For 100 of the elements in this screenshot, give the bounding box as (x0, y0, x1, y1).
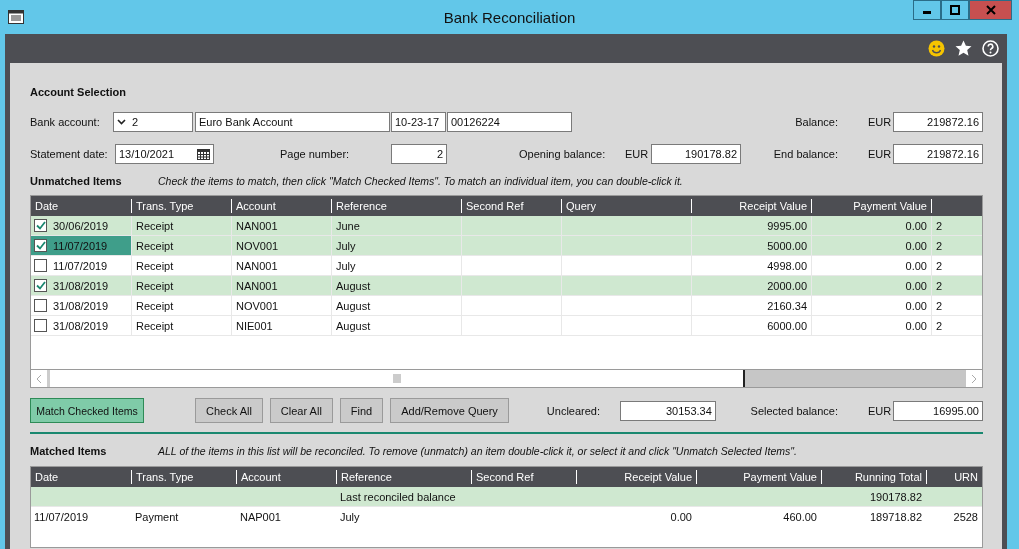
table-cell: NOV001 (236, 299, 279, 312)
section-heading: Matched Items (30, 445, 108, 457)
table-cell: 11/07/2019 (34, 511, 89, 523)
field-label: Balance: (795, 116, 838, 128)
close-icon (985, 5, 996, 15)
page-number-field[interactable]: 2 (391, 144, 447, 164)
account-number-field[interactable]: 00126224 (447, 112, 572, 132)
table-cell: 5000.00 (767, 239, 807, 252)
section-heading: Account Selection (30, 86, 126, 98)
column-header[interactable]: URN (926, 470, 982, 484)
maximize-button[interactable] (941, 0, 969, 20)
column-header[interactable]: Date (31, 199, 131, 213)
table-cell: NAN001 (236, 259, 278, 272)
balance-field[interactable]: 219872.16 (893, 112, 983, 132)
section-heading: Unmatched Items (30, 175, 123, 187)
checkbox[interactable] (34, 299, 47, 312)
action-button[interactable]: Clear All (269, 398, 333, 423)
table-cell: 0.00 (670, 511, 692, 523)
column-header[interactable]: Second Ref (471, 470, 576, 484)
smiley-icon[interactable] (928, 40, 945, 57)
table-cell: July (340, 511, 360, 523)
bank-account-dropdown[interactable]: 2 (113, 112, 193, 132)
scrollbar-thumb[interactable] (47, 370, 745, 387)
checkbox[interactable] (34, 319, 47, 332)
table-cell: Last reconciled balance (340, 490, 456, 503)
table-cell: Receipt (136, 259, 174, 272)
calendar-icon[interactable] (197, 148, 210, 160)
column-header[interactable]: Trans. Type (131, 470, 236, 484)
table-cell: 2 (936, 239, 943, 252)
currency-label: EUR (625, 148, 650, 160)
maximize-icon (950, 5, 960, 15)
table-cell: NAN001 (236, 219, 278, 232)
column-header[interactable]: Account (236, 470, 336, 484)
table-cell: August (336, 319, 371, 332)
field-label: Statement date: (30, 148, 109, 160)
table-cell: 2 (936, 279, 943, 292)
column-header[interactable]: Account (231, 199, 331, 213)
action-button[interactable]: Find (339, 398, 384, 423)
minimize-button[interactable] (913, 0, 941, 20)
field-label: Page number: (280, 148, 351, 160)
column-header[interactable]: Receipt Value (576, 470, 696, 484)
column-header[interactable]: Reference (331, 199, 461, 213)
column-header[interactable]: Query (561, 199, 691, 213)
field-label: Bank account: (30, 116, 101, 128)
window-title: Bank Reconciliation (443, 9, 576, 26)
chevron-down-icon (117, 119, 126, 125)
action-button[interactable]: Match Checked Items (30, 398, 144, 423)
table-cell: 0.00 (905, 219, 927, 232)
table-cell: 2000.00 (767, 279, 807, 292)
column-header[interactable]: Payment Value (811, 199, 931, 213)
field-label: Selected balance: (750, 404, 838, 417)
field-label: End balance: (773, 148, 838, 160)
table-cell: Receipt (136, 219, 174, 232)
column-header[interactable]: Running Total (821, 470, 926, 484)
checkbox[interactable] (34, 219, 47, 232)
table-cell: Receipt (136, 239, 174, 252)
column-header[interactable]: Receipt Value (691, 199, 811, 213)
sort-code-field[interactable]: 10-23-17 (391, 112, 446, 132)
table-cell: NAP001 (240, 511, 281, 523)
opening-balance-field[interactable]: 190178.82 (651, 144, 741, 164)
checkbox[interactable] (34, 279, 47, 292)
account-name-field[interactable]: Euro Bank Account (195, 112, 390, 132)
checkbox[interactable] (34, 239, 47, 252)
column-header[interactable]: Date (31, 470, 131, 484)
hint-text: ALL of the items in this list will be reconciled. To remove (unmatch) an item double-click it, or select it and click "Unmatch Selected Items". (158, 445, 797, 457)
table-cell: 0.00 (905, 259, 927, 272)
window-icon[interactable] (8, 10, 24, 24)
field-label: Opening balance: (519, 148, 607, 160)
table-cell: 190178.82 (870, 490, 922, 503)
table-cell: 9995.00 (767, 219, 807, 232)
table-cell: 31/08/2019 (53, 299, 109, 312)
column-header[interactable]: Payment Value (696, 470, 821, 484)
table-cell: 31/08/2019 (53, 319, 109, 332)
column-header[interactable]: Second Ref (461, 199, 561, 213)
action-button[interactable]: Check All (195, 398, 263, 423)
star-icon[interactable] (955, 40, 972, 57)
column-header[interactable]: Trans. Type (131, 199, 231, 213)
selected-balance-field[interactable]: 16995.00 (893, 400, 983, 421)
currency-label: EUR (868, 404, 893, 417)
table-cell: Payment (135, 511, 179, 523)
statement-date-field[interactable]: 13/10/2021 (115, 144, 214, 164)
table-cell: Receipt (136, 299, 174, 312)
column-header[interactable]: Reference (336, 470, 471, 484)
table-cell: 0.00 (905, 239, 927, 252)
checkbox[interactable] (34, 259, 47, 272)
help-icon[interactable] (982, 40, 999, 57)
table-cell: Receipt (136, 319, 174, 332)
table-cell: 189718.82 (870, 511, 922, 523)
close-button[interactable] (969, 0, 1012, 20)
table-cell: NIE001 (236, 319, 273, 332)
table-cell: 31/08/2019 (53, 279, 109, 292)
table-cell: 2528 (953, 511, 978, 523)
currency-label: EUR (868, 116, 893, 128)
table-cell: Receipt (136, 279, 174, 292)
uncleared-field[interactable]: 30153.34 (619, 400, 716, 421)
table-cell: NOV001 (236, 239, 279, 252)
end-balance-field[interactable]: 219872.16 (893, 144, 983, 164)
table-cell: 0.00 (905, 319, 927, 332)
action-button[interactable]: Add/Remove Query (390, 398, 509, 423)
table-cell: 2 (936, 219, 943, 232)
